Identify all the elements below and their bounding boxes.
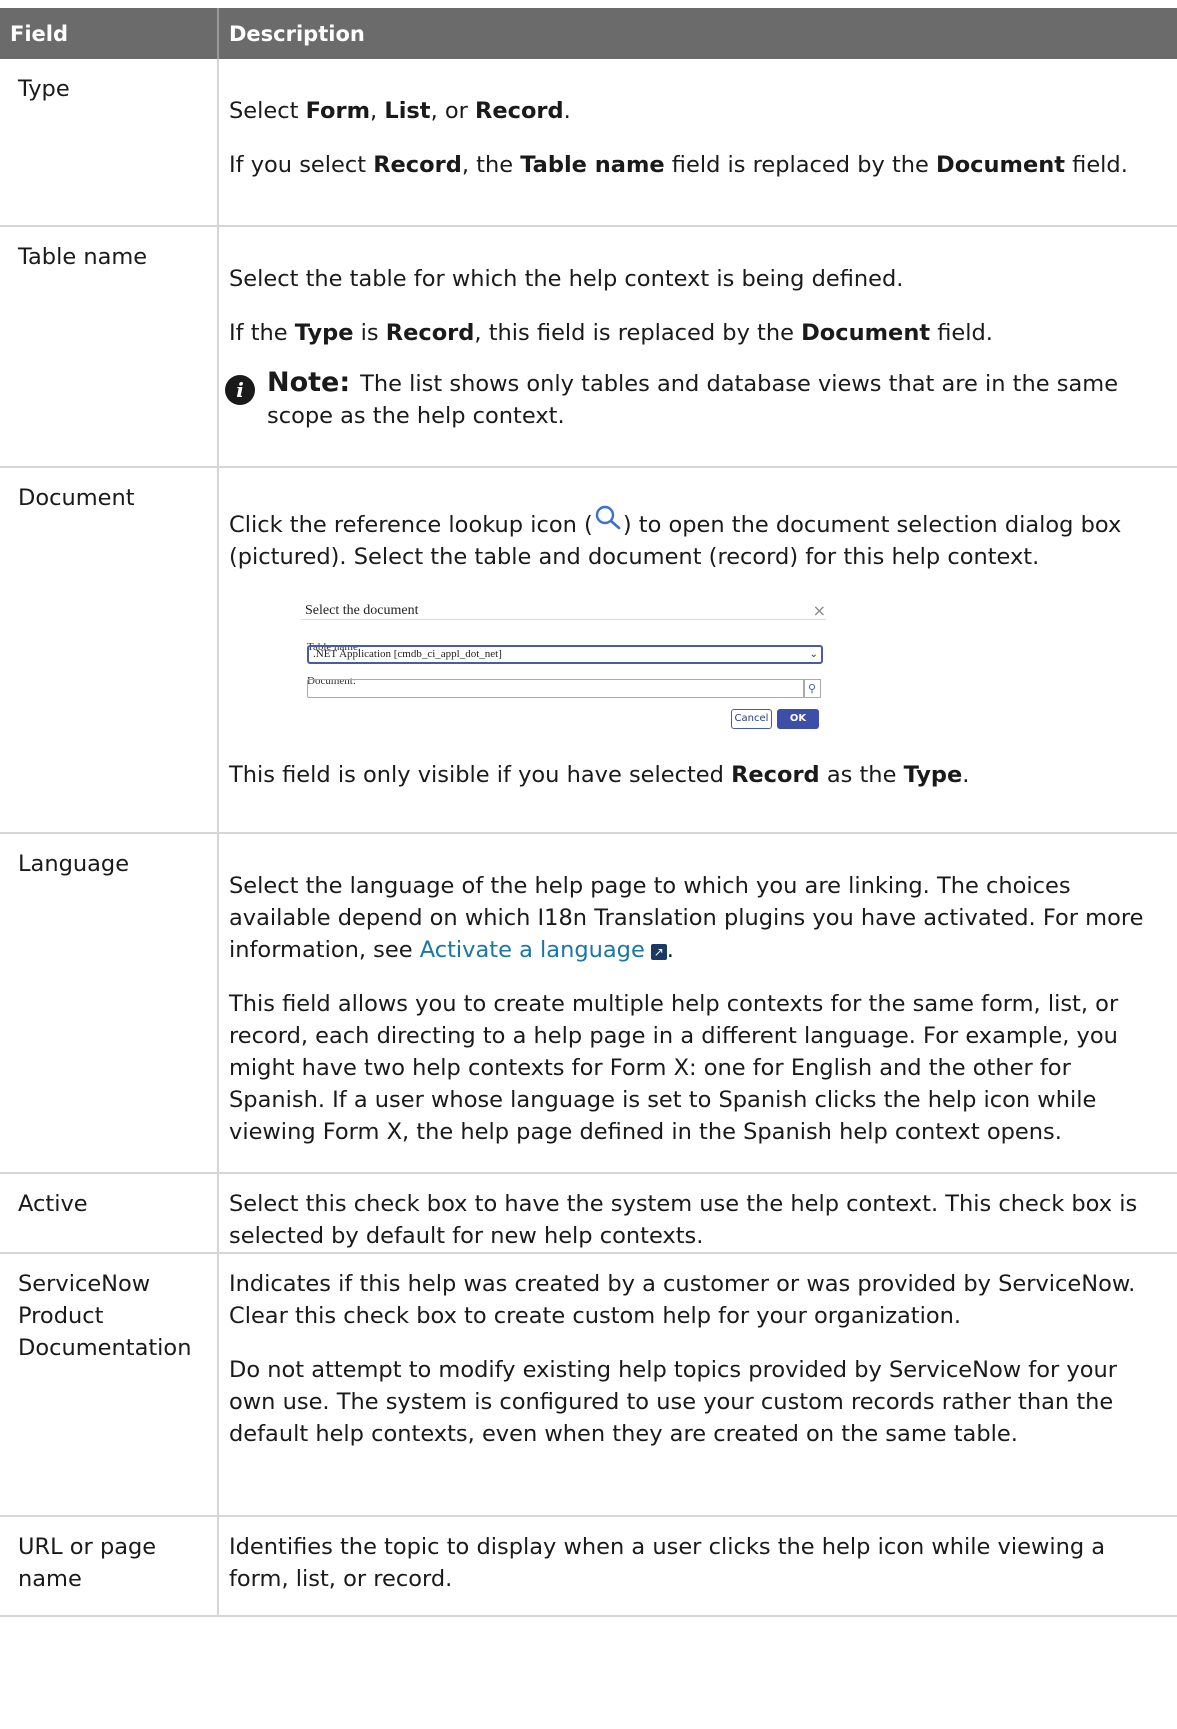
type-text-2: If you select Record, the Table name fie… xyxy=(229,152,1128,178)
search-icon[interactable]: ⚲ xyxy=(803,679,821,698)
close-icon[interactable]: × xyxy=(813,595,826,627)
servicenow-text-1: Indicates if this help was created by a … xyxy=(229,1271,1136,1329)
note-text: The list shows only tables and database … xyxy=(267,371,1119,429)
description-servicenow: Indicates if this help was created by a … xyxy=(218,1253,1177,1517)
table-row: Language Select the language of the help… xyxy=(0,833,1177,1174)
field-active: Active xyxy=(0,1173,219,1254)
description-url: Identifies the topic to display when a u… xyxy=(218,1516,1177,1617)
activate-language-link[interactable]: Activate a language xyxy=(420,937,645,963)
document-selection-dialog: Select the document × Table name: .NET A… xyxy=(301,595,826,735)
language-text-2: This field allows you to create multiple… xyxy=(229,991,1119,1145)
servicenow-text-2: Do not attempt to modify existing help t… xyxy=(229,1357,1117,1447)
header-description: Description xyxy=(218,8,1177,59)
description-type: Select Form, List, or Record. If you sel… xyxy=(218,59,1177,227)
help-context-fields-table: Field Description Type Select Form, List… xyxy=(0,8,1177,1617)
dialog-title: Select the document xyxy=(305,603,419,618)
table-row: Table name Select the table for which th… xyxy=(0,226,1177,468)
type-text-1: Select Form, List, or Record. xyxy=(229,98,571,124)
info-icon: i xyxy=(225,375,255,405)
table-name-select[interactable]: .NET Application [cmdb_ci_appl_dot_net] ⌄ xyxy=(307,645,823,664)
table-row: Document Click the reference lookup icon… xyxy=(0,467,1177,834)
field-servicenow-product-documentation: ServiceNow Product Documentation xyxy=(0,1253,219,1517)
url-text: Identifies the topic to display when a u… xyxy=(229,1534,1106,1592)
table-name-text-1: Select the table for which the help cont… xyxy=(229,266,904,292)
note-label: Note: xyxy=(267,367,351,398)
chevron-down-icon: ⌄ xyxy=(809,649,818,660)
reference-lookup-icon xyxy=(595,505,621,530)
table-row: ServiceNow Product Documentation Indicat… xyxy=(0,1253,1177,1517)
field-table-name: Table name xyxy=(0,226,219,468)
table-row: URL or page name Identifies the topic to… xyxy=(0,1516,1177,1617)
ok-button[interactable]: OK xyxy=(777,709,819,729)
note-callout: i Note: The list shows only tables and da… xyxy=(225,367,1167,432)
language-text-1: Select the language of the help page to … xyxy=(229,873,1144,963)
description-language: Select the language of the help page to … xyxy=(218,833,1177,1174)
field-url-or-page-name: URL or page name xyxy=(0,1516,219,1617)
cancel-button[interactable]: Cancel xyxy=(731,709,772,729)
table-row: Active Select this check box to have the… xyxy=(0,1173,1177,1254)
document-input[interactable] xyxy=(307,679,805,698)
header-field: Field xyxy=(0,8,219,59)
description-active: Select this check box to have the system… xyxy=(218,1173,1177,1254)
external-link-icon: ↗ xyxy=(650,944,667,960)
field-document: Document xyxy=(0,467,219,834)
field-language: Language xyxy=(0,833,219,1174)
description-table-name: Select the table for which the help cont… xyxy=(218,226,1177,468)
field-type: Type xyxy=(0,59,219,227)
table-name-text-2: If the Type is Record, this field is rep… xyxy=(229,320,993,346)
description-document: Click the reference lookup icon () to op… xyxy=(218,467,1177,834)
active-text: Select this check box to have the system… xyxy=(229,1191,1138,1249)
document-text-2: This field is only visible if you have s… xyxy=(229,762,970,788)
table-header-row: Field Description xyxy=(0,8,1177,59)
table-row: Type Select Form, List, or Record. If yo… xyxy=(0,59,1177,227)
document-text-1: Click the reference lookup icon () to op… xyxy=(229,504,1167,573)
